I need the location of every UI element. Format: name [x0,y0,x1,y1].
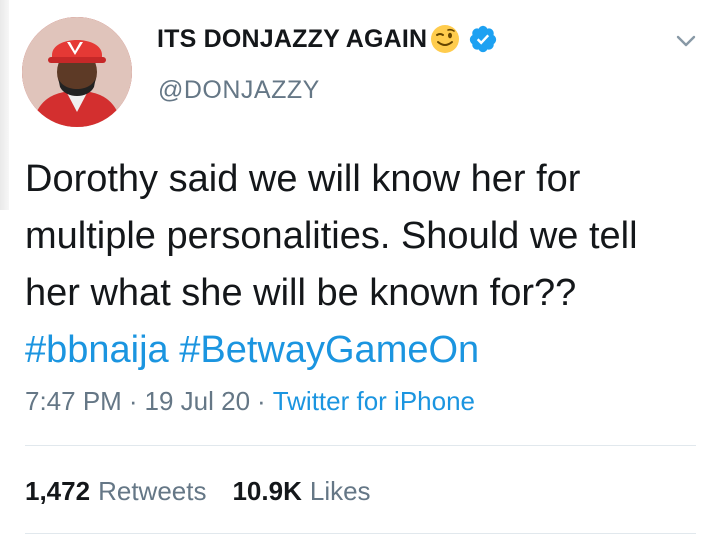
divider [25,445,696,446]
separator: · [257,386,266,416]
likes-stat[interactable]: 10.9K Likes [232,476,370,507]
retweets-label: Retweets [98,476,207,506]
chevron-down-icon[interactable] [674,29,698,53]
tweet-time[interactable]: 7:47 PM [25,386,122,416]
tweet-body: Dorothy said we will know her for multip… [25,158,638,314]
author-name-row[interactable]: ITS DONJAZZY AGAIN [157,24,498,54]
divider [25,533,696,534]
hashtag-link[interactable]: #bbnaija [25,329,169,371]
tweet-text: Dorothy said we will know her for multip… [25,151,700,379]
verified-badge-icon [468,24,498,54]
avatar-image [22,17,132,127]
display-name[interactable]: ITS DONJAZZY AGAIN [157,25,427,54]
avatar[interactable] [22,17,132,127]
tweet-stats: 1,472 Retweets 10.9K Likes [25,476,397,507]
previous-panel-edge [0,0,9,210]
retweets-count: 1,472 [25,476,91,506]
tweet-source-link[interactable]: Twitter for iPhone [273,386,475,416]
likes-label: Likes [309,476,371,506]
tweet-meta: 7:47 PM · 19 Jul 20 · Twitter for iPhone [25,386,475,417]
retweets-stat[interactable]: 1,472 Retweets [25,476,206,507]
hashtag-link[interactable]: #BetwayGameOn [179,329,479,371]
author-handle[interactable]: @DONJAZZY [158,76,320,105]
tweet-date[interactable]: 19 Jul 20 [145,386,251,416]
likes-count: 10.9K [232,476,302,506]
winking-face-icon [430,24,460,54]
separator: · [128,386,138,416]
